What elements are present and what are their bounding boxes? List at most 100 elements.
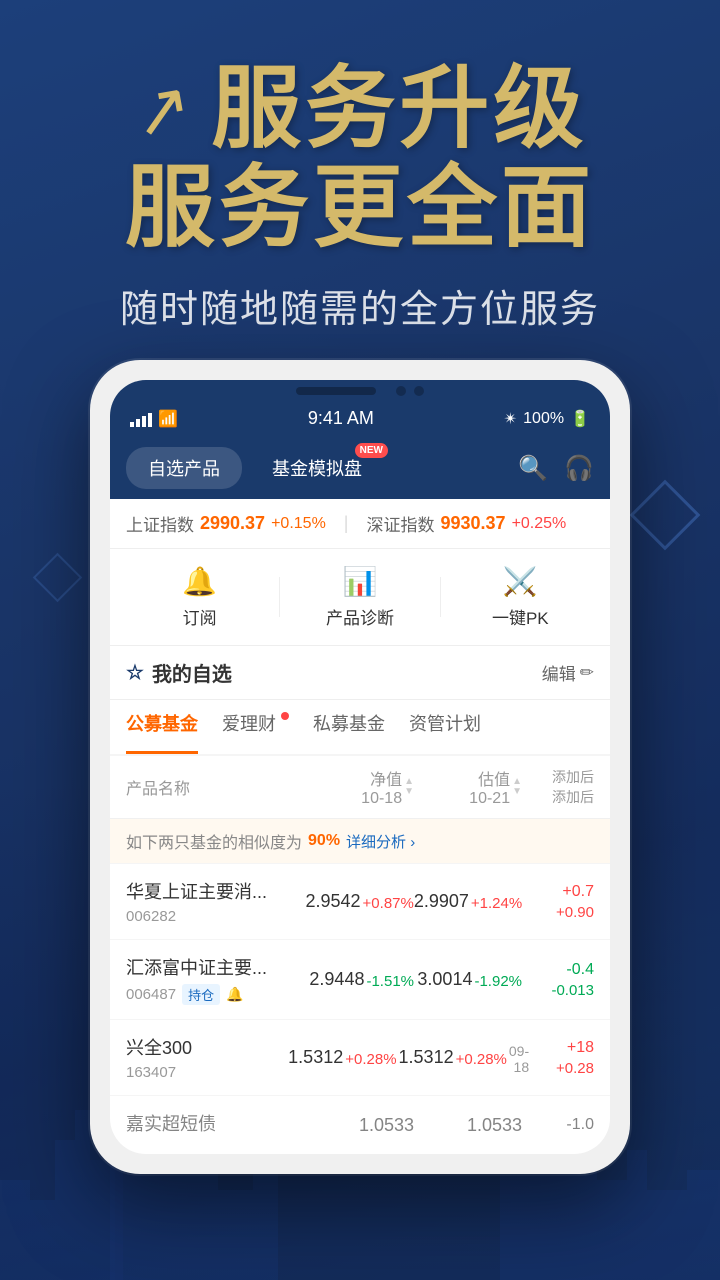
phone-nav-bar: 自选产品 基金模拟盘 NEW 🔍 🎧 <box>110 437 610 499</box>
diagnose-icon: 📊 <box>343 565 378 598</box>
fund-row-1[interactable]: 华夏上证主要消... 006282 2.9542 +0.87% 2.9907 +… <box>110 864 610 940</box>
tab-love-finance[interactable]: 爱理财 <box>222 710 289 744</box>
fund-info-1: 华夏上证主要消... 006282 <box>126 878 305 925</box>
camera-dot-1 <box>396 386 406 396</box>
fund-est-3: 1.5312 +0.28% 09-18 <box>399 1041 530 1075</box>
fund-est-2: 3.0014 -1.92% <box>414 969 522 990</box>
detail-link[interactable]: 详细分析 › <box>346 831 415 852</box>
table-header: 产品名称 净值 10-18 ▲▼ 估值 10-21 ▲▼ 添加后 <box>110 756 610 819</box>
arrow-icon: ↗ <box>126 64 198 155</box>
nav-change-1: +0.87% <box>363 895 414 912</box>
fund-est-1: 2.9907 +1.24% <box>414 891 522 912</box>
subscribe-icon: 🔔 <box>182 565 217 598</box>
diagnose-label: 产品诊断 <box>326 604 394 629</box>
category-tabs: 公募基金 爱理财 私募基金 资管计划 <box>110 700 610 756</box>
pk-label: 一键PK <box>492 604 549 629</box>
wifi-icon: 📶 <box>158 409 178 429</box>
search-icon[interactable]: 🔍 <box>518 454 548 483</box>
est-change-1: +1.24% <box>471 895 522 912</box>
fund-nav-4: 1.0533 <box>306 1115 414 1136</box>
fund-nav-1: 2.9542 +0.87% <box>305 891 413 912</box>
status-left: 📶 <box>130 409 178 429</box>
fund-est-4: 1.0533 <box>414 1115 522 1136</box>
nav-value-2: 2.9448 <box>309 969 364 990</box>
status-bar: 📶 9:41 AM ✴ 100% 🔋 <box>110 400 610 437</box>
col-header-name: 产品名称 <box>126 775 306 799</box>
speaker <box>296 387 376 395</box>
hero-title-1: 服务升级 <box>211 60 587 159</box>
tab-own-products[interactable]: 自选产品 <box>126 447 242 489</box>
quick-actions-bar: 🔔 订阅 📊 产品诊断 ⚔️ 一键PK <box>110 549 610 646</box>
similarity-percent: 90% <box>308 832 340 850</box>
phone-notch <box>110 380 610 400</box>
hero-desc: 随时随地随需的全方位服务 <box>40 278 680 333</box>
nav-change-2: -1.51% <box>366 973 414 990</box>
fund-name-2: 汇添富中证主要... <box>126 954 306 980</box>
fund-add-2: -0.4 -0.013 <box>522 961 594 999</box>
status-right: ✴ 100% 🔋 <box>504 409 590 429</box>
subscribe-label: 订阅 <box>183 604 217 629</box>
shenzhen-change: +0.25% <box>512 515 567 533</box>
fund-row-3[interactable]: 兴全300 163407 1.5312 +0.28% 1.5312 +0.28%… <box>110 1020 610 1096</box>
fund-info-4: 嘉实超短债 <box>126 1110 306 1140</box>
shanghai-change: +0.15% <box>271 515 326 533</box>
shanghai-value: 2990.37 <box>200 513 265 534</box>
est-change-2: -1.92% <box>474 973 522 990</box>
fund-row-2[interactable]: 汇添富中证主要... 006487 持仓 🔔 2.9448 -1.51% 3.0… <box>110 940 610 1020</box>
nav-change-3: +0.28% <box>345 1051 396 1068</box>
watchlist-header: ☆ 我的自选 编辑 ✏ <box>110 646 610 700</box>
est-value-2: 3.0014 <box>417 969 472 990</box>
fund-info-2: 汇添富中证主要... 006487 持仓 🔔 <box>126 954 306 1005</box>
action-subscribe[interactable]: 🔔 订阅 <box>120 565 279 629</box>
signal-icon <box>130 411 152 427</box>
bluetooth-icon: ✴ <box>504 409 517 429</box>
est-sort[interactable]: ▲▼ <box>512 777 522 797</box>
watchlist-icon: ☆ <box>126 660 144 685</box>
battery-icon: 🔋 <box>570 409 590 429</box>
fund-name-3: 兴全300 <box>126 1034 288 1060</box>
action-pk[interactable]: ⚔️ 一键PK <box>441 565 600 629</box>
fund-code-1: 006282 <box>126 908 305 925</box>
edit-button[interactable]: 编辑 ✏ <box>542 660 594 685</box>
phone-screen: 📶 9:41 AM ✴ 100% 🔋 自选产品 基金模拟盘 NEW <box>110 380 610 1154</box>
battery-label: 100% <box>523 410 564 428</box>
ticker-shenzhen: 深证指数 9930.37 +0.25% <box>366 511 566 536</box>
nav-value-3: 1.5312 <box>288 1047 343 1068</box>
fund-add-4: -1.0 <box>522 1116 594 1134</box>
market-ticker: 上证指数 2990.37 +0.15% | 深证指数 9930.37 +0.25… <box>110 499 610 549</box>
tab-fund-simulator[interactable]: 基金模拟盘 NEW <box>250 447 384 489</box>
similarity-alert: 如下两只基金的相似度为 90% 详细分析 › <box>110 819 610 864</box>
tab-asset-mgmt[interactable]: 资管计划 <box>409 710 481 744</box>
hero-section: ↗ 服务升级 服务更全面 随时随地随需的全方位服务 <box>0 60 720 333</box>
camera-dots <box>396 386 424 396</box>
fund-name-4: 嘉实超短债 <box>126 1110 306 1136</box>
headset-icon[interactable]: 🎧 <box>564 454 594 483</box>
est-value-1: 2.9907 <box>414 891 469 912</box>
action-diagnose[interactable]: 📊 产品诊断 <box>280 565 439 629</box>
fund-add-1: +0.7 +0.90 <box>522 883 594 921</box>
edit-icon: ✏ <box>580 663 594 683</box>
shenzhen-value: 9930.37 <box>440 513 505 534</box>
tab-private-fund[interactable]: 私募基金 <box>313 710 385 744</box>
fund-code-3: 163407 <box>126 1064 288 1081</box>
phone-mockup: 📶 9:41 AM ✴ 100% 🔋 自选产品 基金模拟盘 NEW <box>90 360 630 1174</box>
hero-title-2: 服务更全面 <box>40 159 680 258</box>
ticker-shanghai: 上证指数 2990.37 +0.15% <box>126 511 326 536</box>
fund-nav-3: 1.5312 +0.28% <box>288 1047 398 1068</box>
col-header-add: 添加后 添加后 <box>522 767 594 807</box>
nav-value-4: 1.0533 <box>359 1115 414 1136</box>
new-badge: NEW <box>355 443 388 458</box>
est-date-3: 09-18 <box>509 1043 529 1075</box>
bell-icon: 🔔 <box>226 986 243 1003</box>
nav-sort[interactable]: ▲▼ <box>404 777 414 797</box>
shanghai-label: 上证指数 <box>126 511 194 536</box>
fund-row-4-partial[interactable]: 嘉实超短债 1.0533 1.0533 -1.0 <box>110 1096 610 1154</box>
tab-public-fund[interactable]: 公募基金 <box>126 710 198 744</box>
col-header-est: 估值 10-21 ▲▼ <box>414 766 522 808</box>
shenzhen-label: 深证指数 <box>366 511 434 536</box>
fund-add-3: +18 +0.28 <box>529 1039 594 1077</box>
nav-value-1: 2.9542 <box>305 891 360 912</box>
est-value-4: 1.0533 <box>467 1115 522 1136</box>
ticker-divider: | <box>344 513 349 534</box>
pk-icon: ⚔️ <box>503 565 538 598</box>
